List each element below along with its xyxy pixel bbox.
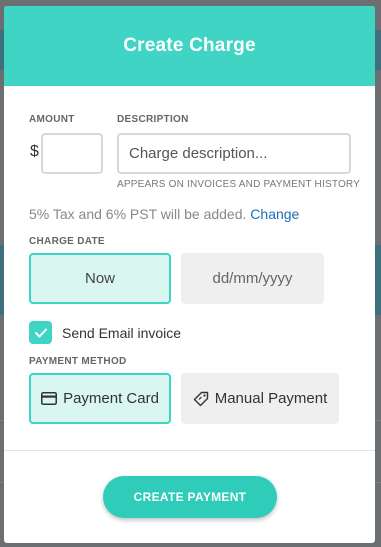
send-email-checkbox[interactable] xyxy=(29,321,52,344)
tag-icon xyxy=(193,391,209,407)
charge-date-label: CHARGE DATE xyxy=(29,236,105,247)
manual-payment-label: Manual Payment xyxy=(214,390,328,407)
payment-method-label: PAYMENT METHOD xyxy=(29,356,127,367)
payment-card-option[interactable]: Payment Card xyxy=(29,373,171,424)
change-tax-link[interactable]: Change xyxy=(250,206,299,222)
amount-input[interactable] xyxy=(41,133,103,174)
charge-date-input[interactable]: dd/mm/yyyy xyxy=(181,253,324,304)
tax-text: 5% Tax and 6% PST will be added. xyxy=(29,206,247,222)
charge-date-placeholder: dd/mm/yyyy xyxy=(212,270,293,287)
credit-card-icon xyxy=(41,392,58,405)
currency-symbol: $ xyxy=(30,143,39,160)
modal-title: Create Charge xyxy=(123,35,256,56)
payment-card-label: Payment Card xyxy=(63,390,159,407)
charge-now-option[interactable]: Now xyxy=(29,253,171,304)
check-icon xyxy=(34,328,47,337)
create-payment-button[interactable]: CREATE PAYMENT xyxy=(103,476,277,518)
charge-now-label: Now xyxy=(84,270,115,287)
footer-divider xyxy=(4,450,375,451)
amount-label: AMOUNT xyxy=(29,114,75,125)
modal-body: AMOUNT DESCRIPTION $ Charge description.… xyxy=(4,86,375,543)
description-label: DESCRIPTION xyxy=(117,114,189,125)
description-input[interactable]: Charge description... xyxy=(117,133,351,174)
tax-notice: 5% Tax and 6% PST will be added. Change xyxy=(29,206,299,222)
manual-payment-option[interactable]: Manual Payment xyxy=(181,373,339,424)
create-payment-label: CREATE PAYMENT xyxy=(133,490,247,504)
send-email-label[interactable]: Send Email invoice xyxy=(62,325,181,341)
modal-header: Create Charge xyxy=(4,6,375,86)
description-hint: APPEARS ON INVOICES AND PAYMENT HISTORY xyxy=(117,179,361,190)
create-charge-modal: Create Charge AMOUNT DESCRIPTION $ Charg… xyxy=(4,6,375,543)
